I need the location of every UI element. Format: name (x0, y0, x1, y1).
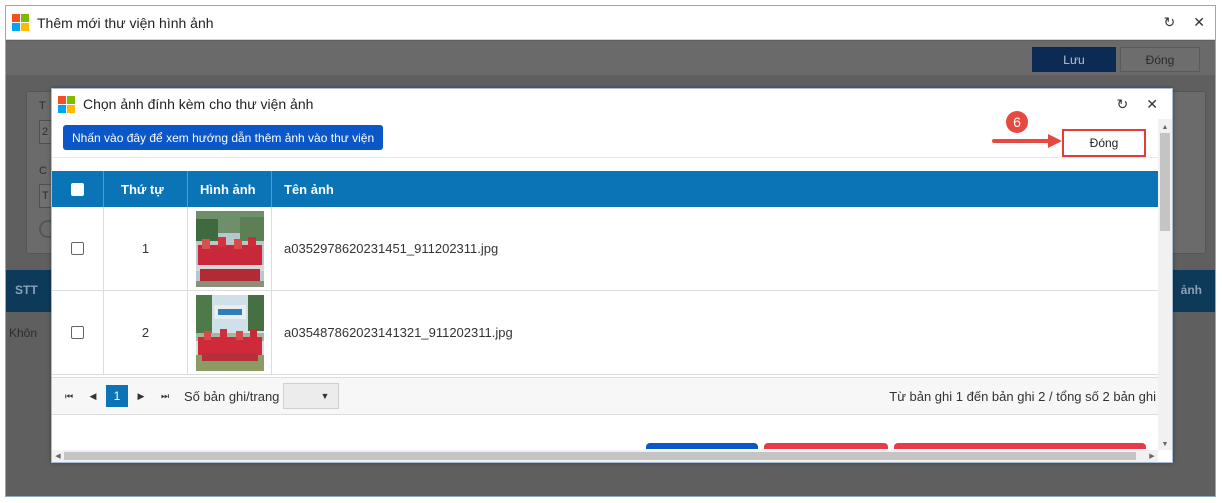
outer-refresh-icon[interactable]: ↻ (1164, 14, 1176, 31)
form-value-fragment: 2 (42, 126, 49, 138)
row-thumbnail-cell (188, 291, 272, 374)
outer-title-bar: Thêm mới thư viện hình ảnh ↻ ✕ (6, 6, 1215, 40)
first-page-icon[interactable]: ⏮ (58, 385, 80, 407)
group-photo-thumbnail[interactable] (195, 294, 264, 371)
save-button[interactable]: Lưu (1032, 47, 1116, 72)
page-size-label: Số bản ghi/trang (184, 388, 280, 404)
row-filename: a0352978620231451_911202311.jpg (284, 241, 499, 256)
divider (52, 157, 1160, 158)
modal-title-bar: Chọn ảnh đính kèm cho thư viện ảnh ↻ ✕ (52, 89, 1172, 119)
annotation-arrow-icon (992, 134, 1062, 148)
horizontal-scrollbar[interactable]: ◀ ▶ (52, 450, 1158, 462)
page-size-select[interactable]: ▼ (283, 383, 340, 409)
hidden-button-top[interactable] (764, 443, 888, 449)
last-page-icon[interactable]: ⏭ (154, 385, 176, 407)
hidden-button-top[interactable] (894, 443, 1146, 449)
chevron-down-icon: ▼ (320, 391, 330, 401)
header-order: Thứ tự (104, 171, 188, 207)
table-header: Thứ tự Hình ảnh Tên ảnh (52, 171, 1160, 207)
outer-toolbar: Lưu Đóng (6, 41, 1215, 75)
pagination-bar: ⏮ ◀ 1 ▶ ⏭ Số bản ghi/trang ▼ Từ bản ghi … (52, 377, 1160, 415)
vertical-scrollbar[interactable]: ▲ ▼ (1158, 119, 1172, 450)
table-row[interactable]: 1 a0352978620231451_911202311.jpg (52, 207, 1160, 291)
modal-body: Nhấn vào đây để xem hướng dẫn thêm ảnh v… (52, 111, 1160, 450)
form-value-fragment-2: T (42, 190, 49, 202)
row-thumbnail-cell (188, 207, 272, 290)
horizontal-scroll-thumb[interactable] (64, 452, 1136, 460)
select-all-cell (52, 171, 104, 207)
outer-header-stt: STT (15, 283, 38, 297)
row-checkbox[interactable] (71, 326, 84, 339)
guide-button[interactable]: Nhấn vào đây để xem hướng dẫn thêm ảnh v… (63, 125, 384, 150)
modal-title: Chọn ảnh đính kèm cho thư viện ảnh (83, 96, 314, 112)
outer-empty-text: Khôn (9, 326, 38, 340)
app-logo-icon (12, 14, 29, 31)
row-checkbox[interactable] (71, 242, 84, 255)
header-image: Hình ảnh (188, 171, 272, 207)
scroll-up-icon[interactable]: ▲ (1158, 121, 1172, 133)
row-checkbox-cell (52, 291, 104, 374)
prev-page-icon[interactable]: ◀ (82, 385, 104, 407)
header-name: Tên ảnh (284, 181, 334, 197)
table-row[interactable]: 2 a035487862023141321_911202311.jpg (52, 291, 1160, 375)
modal-close-icon[interactable]: ✕ (1146, 96, 1158, 113)
scroll-right-icon[interactable]: ▶ (1146, 450, 1158, 462)
outer-close-icon[interactable]: ✕ (1193, 14, 1205, 31)
close-button[interactable]: Đóng (1062, 129, 1146, 157)
outer-window-title: Thêm mới thư viện hình ảnh (37, 14, 214, 31)
image-table: Thứ tự Hình ảnh Tên ảnh 1 a0352978620231… (52, 171, 1160, 375)
scroll-down-icon[interactable]: ▼ (1158, 438, 1172, 450)
row-order: 2 (104, 291, 188, 374)
step-badge: 6 (1006, 111, 1028, 133)
outer-header-anh: ảnh (1180, 283, 1202, 297)
select-all-checkbox[interactable] (71, 182, 84, 196)
record-summary: Từ bản ghi 1 đến bản ghi 2 / tổng số 2 b… (889, 388, 1156, 404)
form-label-fragment: T (39, 100, 46, 112)
row-order: 1 (104, 207, 188, 290)
form-label-fragment-2: C (39, 165, 47, 177)
hidden-button-top[interactable] (646, 443, 758, 449)
next-page-icon[interactable]: ▶ (130, 385, 152, 407)
modal-refresh-icon[interactable]: ↻ (1117, 96, 1129, 113)
image-picker-modal: Chọn ảnh đính kèm cho thư viện ảnh ↻ ✕ N… (51, 88, 1173, 463)
vertical-scroll-thumb[interactable] (1160, 133, 1170, 231)
group-photo-thumbnail[interactable] (195, 210, 264, 287)
modal-logo-icon (58, 95, 75, 113)
row-filename: a035487862023141321_911202311.jpg (284, 325, 513, 340)
scroll-left-icon[interactable]: ◀ (52, 450, 64, 462)
row-checkbox-cell (52, 207, 104, 290)
page-number[interactable]: 1 (106, 385, 128, 407)
outer-close-button[interactable]: Đóng (1120, 47, 1200, 72)
